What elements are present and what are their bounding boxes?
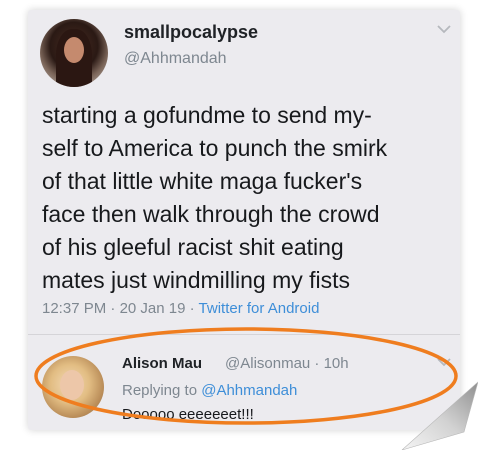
- avatar[interactable]: [40, 19, 108, 87]
- page-curl-icon: [388, 380, 478, 451]
- reply-handle-time: @Alisonmau · 10h: [225, 355, 349, 372]
- chevron-down-icon[interactable]: [437, 24, 451, 34]
- meta-separator: ·: [189, 300, 195, 317]
- tweet-date: 20 Jan 19: [119, 300, 186, 317]
- meta-separator: ·: [110, 300, 116, 317]
- tweet-text: starting a gofundme to send my- self to …: [42, 102, 388, 293]
- reply-display-name[interactable]: Alison Mau: [122, 355, 202, 372]
- replying-to: Replying to @Ahhmandah: [122, 382, 297, 399]
- mention-link[interactable]: @Ahhmandah: [201, 382, 297, 399]
- avatar[interactable]: [42, 356, 104, 418]
- user-handle[interactable]: @Ahhmandah: [124, 50, 227, 68]
- divider: [28, 334, 460, 335]
- tweet-meta: 12:37 PM · 20 Jan 19 · Twitter for Andro…: [42, 300, 319, 317]
- display-name[interactable]: smallpocalypse: [124, 22, 258, 43]
- tweet-time: 12:37 PM: [42, 300, 107, 317]
- chevron-down-icon[interactable]: [437, 357, 451, 367]
- reply-text: Dooooo eeeeeeet!!!: [122, 406, 254, 423]
- main-tweet[interactable]: smallpocalypse @Ahhmandah starting a gof…: [28, 10, 460, 332]
- tweet-source-link[interactable]: Twitter for Android: [199, 300, 320, 317]
- tweet-card: smallpocalypse @Ahhmandah starting a gof…: [28, 10, 460, 430]
- replying-prefix: Replying to: [122, 382, 198, 399]
